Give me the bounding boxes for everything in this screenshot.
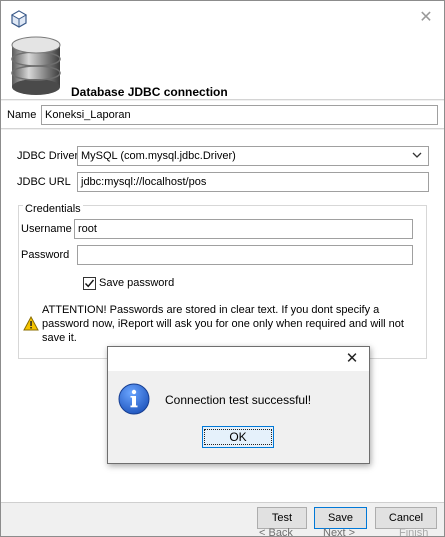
save-password-label: Save password <box>99 277 175 289</box>
password-label: Password <box>21 249 70 261</box>
message-dialog: ✕ Connection test successful! OK <box>107 346 370 464</box>
username-input[interactable]: root <box>74 219 413 239</box>
header-band: Database JDBC connection <box>1 35 444 100</box>
cancel-button[interactable]: Cancel <box>375 507 437 529</box>
attention-message: ATTENTION! Passwords are stored in clear… <box>42 304 404 344</box>
jdbc-driver-value: MySQL (com.mysql.jdbc.Driver) <box>81 150 236 162</box>
name-input[interactable]: Koneksi_Laporan <box>41 105 438 125</box>
cube-icon <box>10 10 28 28</box>
credentials-legend: Credentials <box>23 203 83 215</box>
jdbc-driver-select[interactable]: MySQL (com.mysql.jdbc.Driver) <box>77 146 429 166</box>
ok-button[interactable]: OK <box>202 426 274 448</box>
warning-icon <box>23 316 39 331</box>
dialog-close-button[interactable]: ✕ <box>343 350 361 368</box>
dialog-message: Connection test successful! <box>165 393 312 407</box>
test-button[interactable]: Test <box>257 507 307 529</box>
database-icon <box>11 36 61 95</box>
dialog-body: Connection test successful! OK <box>108 371 369 463</box>
jdbc-driver-label: JDBC Driver <box>17 150 79 162</box>
jdbc-url-label: JDBC URL <box>17 176 71 188</box>
save-button[interactable]: Save <box>314 507 367 529</box>
finish-button[interactable]: Finish <box>399 527 428 537</box>
name-label: Name <box>7 109 37 121</box>
chevron-down-icon <box>412 152 422 158</box>
jdbc-url-input[interactable]: jdbc:mysql://localhost/pos <box>77 172 429 192</box>
back-button[interactable]: < Back <box>259 527 293 537</box>
ok-button-label: OK <box>204 429 272 445</box>
title-bar: ✕ <box>1 1 444 35</box>
footer-separator <box>1 502 444 503</box>
info-icon <box>118 383 150 415</box>
checkmark-icon <box>84 279 95 288</box>
dialog-header-title: Database JDBC connection <box>71 85 228 99</box>
password-input[interactable] <box>77 245 413 265</box>
save-password-checkbox[interactable] <box>83 277 96 290</box>
name-row: Name Koneksi_Laporan <box>1 101 444 129</box>
username-label: Username <box>21 223 72 235</box>
next-button[interactable]: Next > <box>323 527 355 537</box>
window-close-button[interactable]: ✕ <box>416 8 436 28</box>
